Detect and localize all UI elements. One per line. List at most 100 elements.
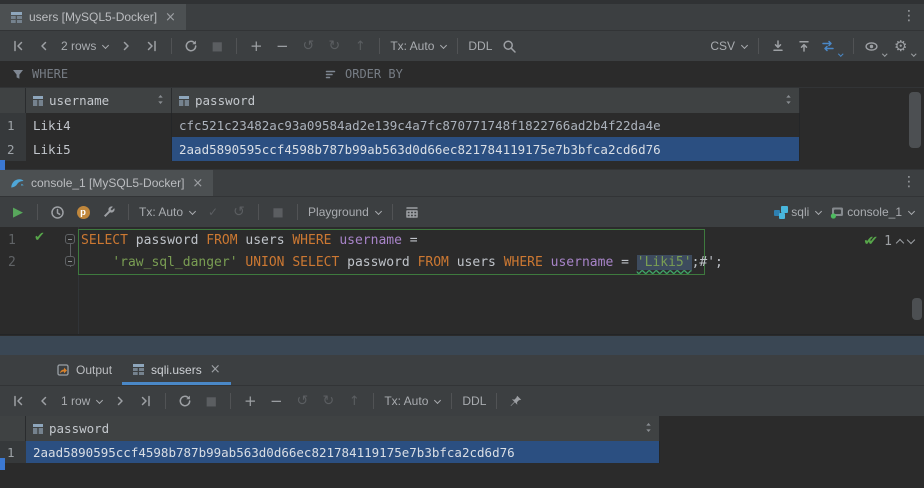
submit-button[interactable]: ↑ <box>348 34 372 58</box>
submit-button[interactable]: ↑ <box>342 389 366 413</box>
inspection-widget[interactable]: ✔✔ 1 <box>863 234 914 249</box>
sql-line-1[interactable]: SELECT password FROM users WHERE usernam… <box>81 230 418 252</box>
tx-mode-dropdown[interactable]: Tx: Auto <box>381 389 444 413</box>
row-number[interactable]: 2 <box>0 137 26 161</box>
sort-toggle-icon[interactable] <box>156 93 165 108</box>
ddl-button[interactable]: DDL <box>459 389 489 413</box>
export-data-button[interactable] <box>792 34 816 58</box>
run-button[interactable]: ▶ <box>6 200 30 224</box>
column-label: password <box>195 93 255 108</box>
chevron-down-icon <box>440 41 447 48</box>
more-options-icon[interactable]: ⋮ <box>902 8 916 24</box>
next-page-button[interactable] <box>108 389 132 413</box>
tab-output[interactable]: Output <box>46 355 122 385</box>
close-icon[interactable]: × <box>165 10 176 25</box>
cell-username[interactable]: Liki4 <box>26 113 172 137</box>
where-filter[interactable]: WHERE <box>0 67 325 81</box>
commit-button[interactable]: ✓ <box>201 200 225 224</box>
previous-page-button[interactable] <box>32 389 56 413</box>
export-format-dropdown[interactable]: CSV <box>707 34 751 58</box>
cell-username[interactable]: Liki5 <box>26 137 172 161</box>
last-page-button[interactable] <box>140 34 164 58</box>
revert-button[interactable]: ↺ <box>290 389 314 413</box>
close-icon[interactable]: × <box>192 176 203 191</box>
sql-line-2[interactable]: 'raw_sql_danger' UNION SELECT password F… <box>81 252 723 274</box>
schema-switcher[interactable]: sqli <box>771 200 825 224</box>
pin-tab-button[interactable] <box>504 389 528 413</box>
cell-password[interactable]: cfc521c23482ac93a09584ad2e139c4a7fc87077… <box>172 113 800 137</box>
editor-scrollbar-thumb[interactable] <box>912 298 922 320</box>
result-tab-bar: Output sqli.users × <box>0 355 924 386</box>
sql-column: username <box>332 233 410 248</box>
chevron-down-icon <box>189 207 196 214</box>
toolbar-separator <box>297 204 298 220</box>
tx-mode-dropdown[interactable]: Tx: Auto <box>136 200 199 224</box>
refresh-button[interactable] <box>173 389 197 413</box>
column-header-username[interactable]: username <box>26 88 172 113</box>
previous-problem-icon[interactable] <box>896 239 904 247</box>
tab-console[interactable]: console_1 [MySQL5-Docker] × <box>0 170 213 196</box>
last-page-button[interactable] <box>134 389 158 413</box>
close-icon[interactable]: × <box>210 362 221 377</box>
next-page-button[interactable] <box>114 34 138 58</box>
ddl-button[interactable]: DDL <box>465 34 495 58</box>
chevron-down-icon <box>838 51 843 56</box>
grid-scrollbar-thumb[interactable] <box>909 92 921 148</box>
properties-button[interactable] <box>97 200 121 224</box>
stop-icon: ■ <box>206 394 217 408</box>
parameters-button[interactable]: p <box>71 200 95 224</box>
column-header-password[interactable]: password <box>26 416 660 441</box>
page-size-dropdown[interactable]: 1 row <box>58 389 106 413</box>
order-by-filter[interactable]: ORDER BY <box>325 67 403 81</box>
sql-editor[interactable]: 1 2 ✔ SELECT password FROM users WHERE u… <box>0 227 924 335</box>
cell-password-selected[interactable]: 2aad5890595ccf4598b787b99ab563d0d66ec821… <box>172 137 800 161</box>
line-number: 1 <box>8 230 16 252</box>
tx-mode-dropdown[interactable]: Tx: Auto <box>387 34 450 58</box>
result-toolbar: 1 row ■ + − ↺ ↻ ↑ Tx: Auto DDL <box>0 386 924 416</box>
next-problem-icon[interactable] <box>907 236 915 244</box>
find-button[interactable] <box>497 34 521 58</box>
sort-toggle-icon[interactable] <box>644 421 653 436</box>
toolbar-separator <box>758 38 759 54</box>
playground-dropdown[interactable]: Playground <box>305 200 385 224</box>
more-options-icon[interactable]: ⋮ <box>902 174 916 190</box>
add-row-button[interactable]: + <box>244 34 268 58</box>
inspection-count: 1 <box>884 234 892 249</box>
page-size-dropdown[interactable]: 2 rows <box>58 34 112 58</box>
tab-result-grid[interactable]: sqli.users × <box>122 355 231 385</box>
settings-button[interactable]: ⚙ <box>891 34 918 58</box>
previous-page-button[interactable] <box>32 34 56 58</box>
delete-row-button[interactable]: − <box>264 389 288 413</box>
column-header-password[interactable]: password <box>172 88 800 113</box>
undo-icon: ↺ <box>296 393 308 409</box>
fold-marker[interactable] <box>65 234 75 244</box>
corner-header-cell[interactable] <box>0 416 26 441</box>
stop-button[interactable]: ■ <box>205 34 229 58</box>
session-switcher[interactable]: console_1 <box>827 200 918 224</box>
ddl-label: DDL <box>462 394 486 408</box>
stop-button[interactable]: ■ <box>199 389 223 413</box>
first-page-button[interactable] <box>6 34 30 58</box>
redo-button[interactable]: ↻ <box>316 389 340 413</box>
tab-users-grid[interactable]: users [MySQL5-Docker] × <box>0 4 186 30</box>
revert-button[interactable]: ↺ <box>296 34 320 58</box>
compare-button[interactable] <box>818 34 846 58</box>
row-number[interactable]: 1 <box>0 113 26 137</box>
history-button[interactable] <box>45 200 69 224</box>
panel-splitter[interactable] <box>0 335 924 355</box>
in-editor-results-button[interactable] <box>400 200 424 224</box>
stop-button[interactable]: ■ <box>266 200 290 224</box>
refresh-button[interactable] <box>179 34 203 58</box>
sort-toggle-icon[interactable] <box>784 93 793 108</box>
view-options-button[interactable] <box>861 34 890 58</box>
corner-header-cell[interactable] <box>0 88 26 113</box>
cell-password-selected[interactable]: 2aad5890595ccf4598b787b99ab563d0d66ec821… <box>26 441 660 463</box>
add-row-button[interactable]: + <box>238 389 262 413</box>
rollback-button[interactable]: ↺ <box>227 200 251 224</box>
import-data-button[interactable] <box>766 34 790 58</box>
sql-identifier: password <box>339 255 417 270</box>
redo-button[interactable]: ↻ <box>322 34 346 58</box>
first-page-button[interactable] <box>6 389 30 413</box>
delete-row-button[interactable]: − <box>270 34 294 58</box>
fold-marker[interactable] <box>65 256 75 266</box>
